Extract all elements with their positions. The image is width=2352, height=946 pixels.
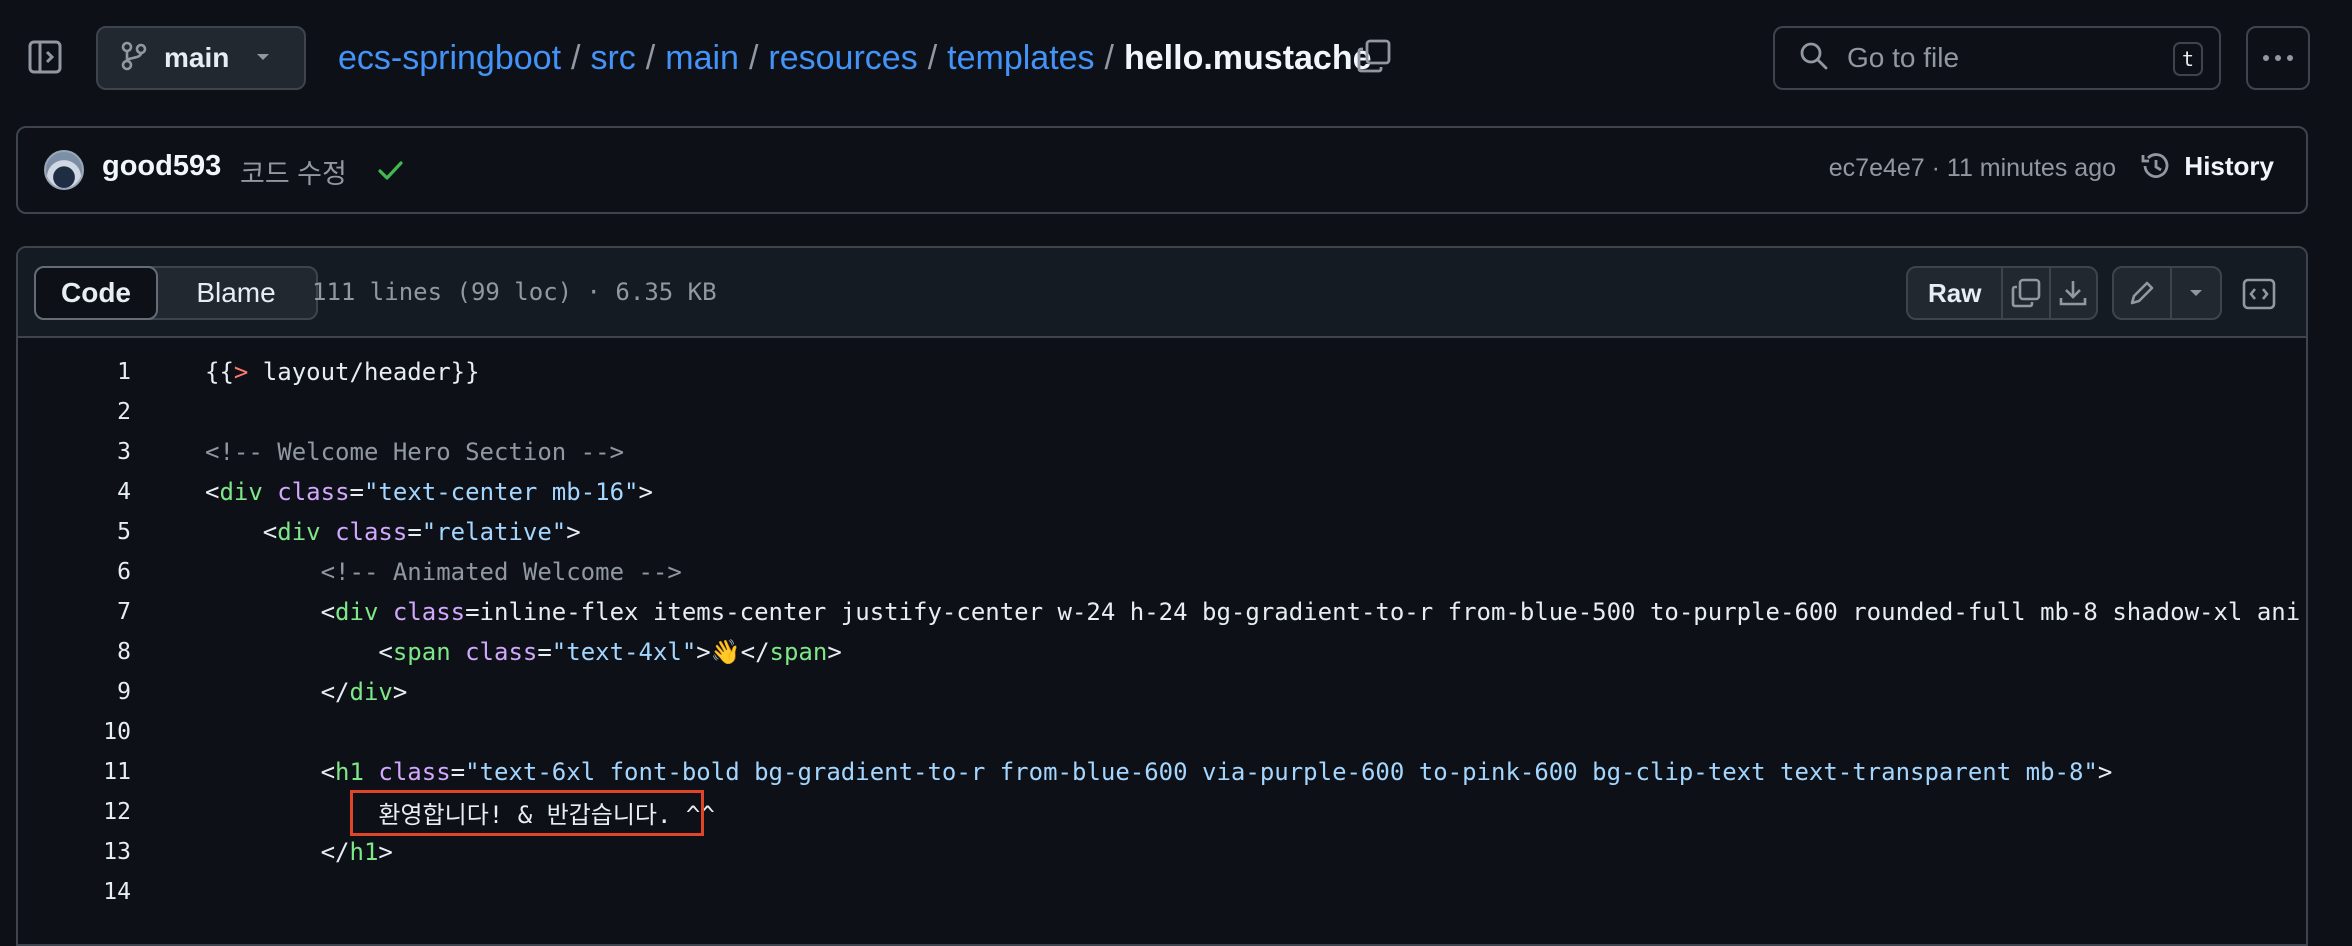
breadcrumb-separator: / [1104,38,1114,77]
line-content: <div class="text-center mb-16"> [205,478,653,506]
line-number[interactable]: 6 [18,559,131,585]
raw-actions-group: Raw [1906,266,2098,320]
copy-path-icon[interactable] [1356,38,1396,78]
breadcrumb-separator: / [927,38,938,77]
kebab-horizontal-icon [2262,49,2294,67]
code-line[interactable]: 6 <!-- Animated Welcome --> [18,552,2306,592]
copy-raw-icon[interactable] [2001,268,2048,318]
code-line[interactable]: 3 <!-- Welcome Hero Section --> [18,432,2306,472]
view-mode-toggle: Code Blame [34,266,318,320]
commit-message[interactable]: 코드 수정 [240,152,347,191]
code-view[interactable]: 1 {{> layout/header}} 2 3 <!-- Welcome Hero … [18,340,2306,944]
breadcrumb-separator: / [571,38,581,77]
line-number[interactable]: 3 [18,439,131,465]
history-button[interactable]: History [2140,150,2274,182]
tab-blame[interactable]: Blame [156,268,316,318]
line-number[interactable]: 4 [18,479,131,505]
line-number[interactable]: 9 [18,679,131,705]
go-to-file-input[interactable]: Go to file t [1773,26,2221,90]
current-file-name: hello.mustache [1124,38,1372,77]
line-content: <h1 class="text-6xl font-bold bg-gradien… [205,758,2113,786]
line-content: <!-- Animated Welcome --> [205,558,682,586]
code-line[interactable]: 4 <div class="text-center mb-16"> [18,472,2306,512]
breadcrumb-separator: / [748,38,759,77]
branch-selector-button[interactable]: main [96,26,306,90]
line-number[interactable]: 7 [18,599,131,625]
code-line[interactable]: 8 <span class="text-4xl">👋</span> [18,632,2306,672]
line-number[interactable]: 14 [18,879,131,905]
line-number[interactable]: 13 [18,839,131,865]
highlight-box [350,790,704,836]
line-content: <div class="relative"> [205,518,581,546]
branch-name: main [164,42,230,73]
raw-button[interactable]: Raw [1908,268,2001,318]
code-line[interactable]: 14 [18,872,2306,912]
file-info: 111 lines (99 loc) · 6.35 KB [312,278,717,306]
line-content: <div class=inline-flex items-center just… [205,598,2301,626]
breadcrumb: ecs-springboot / src / main / resources … [338,36,1372,80]
code-line[interactable]: 2 [18,392,2306,432]
file-viewer: Code Blame 111 lines (99 loc) · 6.35 KB … [16,246,2308,946]
line-content: </h1> [205,838,393,866]
code-line[interactable]: 11 <h1 class="text-6xl font-bold bg-grad… [18,752,2306,792]
line-number[interactable]: 10 [18,719,131,745]
line-content: </div> [205,678,408,706]
code-line[interactable]: 5 <div class="relative"> [18,512,2306,552]
git-branch-icon [120,41,148,76]
breadcrumb-separator: / [645,38,656,77]
history-label: History [2184,150,2274,181]
code-line[interactable]: 1 {{> layout/header}} [18,352,2306,392]
check-icon[interactable] [374,154,406,186]
author-avatar[interactable] [44,150,84,190]
breadcrumb-templates-link[interactable]: templates [947,39,1094,78]
pencil-icon[interactable] [2114,268,2170,318]
search-icon [1799,41,1829,76]
go-to-file-placeholder: Go to file [1847,42,1960,73]
shortcut-key-badge: t [2173,42,2203,76]
code-line[interactable]: 10 [18,712,2306,752]
code-line[interactable]: 7 <div class=inline-flex items-center ju… [18,592,2306,632]
line-number[interactable]: 1 [18,359,131,385]
line-content: <!-- Welcome Hero Section --> [205,438,625,466]
commit-sha-time[interactable]: ec7e4e7 · 11 minutes ago [1829,154,2116,183]
breadcrumb-src-link[interactable]: src [590,39,635,78]
code-line[interactable]: 9 </div> [18,672,2306,712]
line-number[interactable]: 5 [18,519,131,545]
breadcrumb-resources-link[interactable]: resources [768,39,917,78]
more-options-button[interactable] [2246,26,2310,90]
top-bar: main ecs-springboot / src / main / resou… [0,0,2352,116]
commit-author[interactable]: good593 [102,150,221,183]
edit-dropdown-chevron-icon[interactable] [2170,268,2220,318]
line-content: <span class="text-4xl">👋</span> [205,638,842,666]
symbols-panel-icon[interactable] [2238,274,2280,314]
breadcrumb-repo-link[interactable]: ecs-springboot [338,39,561,78]
edit-actions-group [2112,266,2222,320]
breadcrumb-main-link[interactable]: main [665,39,739,78]
download-icon[interactable] [2048,268,2096,318]
latest-commit-bar: good593 코드 수정 ec7e4e7 · 11 minutes ago H… [16,126,2308,214]
code-line[interactable]: 13 </h1> [18,832,2306,872]
line-number[interactable]: 11 [18,759,131,785]
tab-code[interactable]: Code [34,266,158,320]
chevron-down-icon [255,49,271,67]
line-number[interactable]: 8 [18,639,131,665]
line-number[interactable]: 2 [18,399,131,425]
line-content: {{> layout/header}} [205,358,480,386]
history-icon [2142,153,2169,178]
file-header: Code Blame 111 lines (99 loc) · 6.35 KB … [18,248,2306,338]
line-number[interactable]: 12 [18,799,131,825]
sidebar-toggle-icon[interactable] [28,40,68,76]
